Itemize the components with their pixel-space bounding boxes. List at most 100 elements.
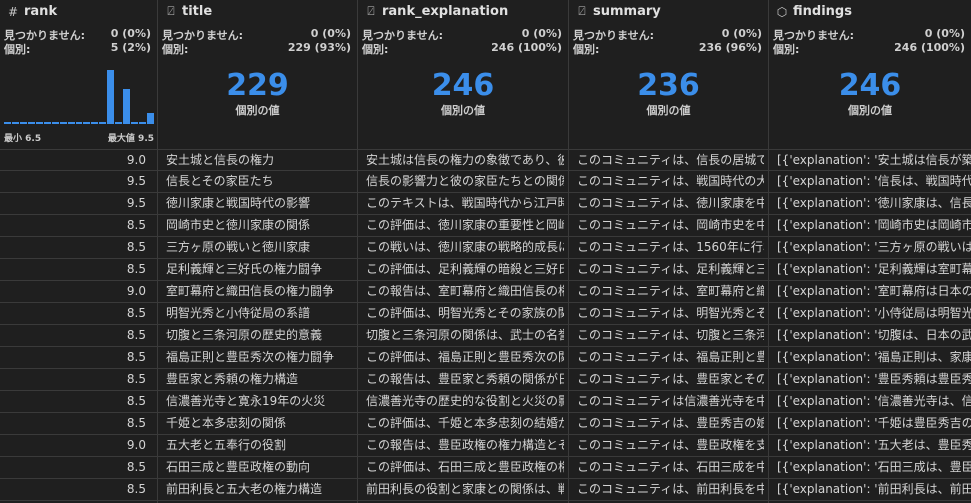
- table-row[interactable]: 8.5 豊臣家と秀頼の権力構造 この報告は、豊臣家と秀頼の関係が日 このコミュニティは…: [0, 369, 971, 391]
- histogram-bar[interactable]: [11, 122, 19, 124]
- cell-summary[interactable]: このコミュニティは、室町幕府と織: [577, 281, 764, 302]
- histogram-bar[interactable]: [131, 121, 139, 124]
- cell-rank[interactable]: 8.5: [0, 347, 153, 368]
- histogram-bar[interactable]: [107, 70, 115, 124]
- cell-title[interactable]: 岡崎市史と徳川家康の関係: [166, 215, 353, 236]
- cell-rank[interactable]: 9.0: [0, 281, 153, 302]
- cell-rank-explanation[interactable]: このテキストは、戦国時代から江戸時: [366, 193, 564, 214]
- table-row[interactable]: 9.5 信長とその家臣たち 信長の影響力と彼の家臣たちとの関係 このコミュニティは、戦…: [0, 171, 971, 193]
- column-header-title[interactable]: ⍁ title 見つかりません: 0 (0%) 個別: 229 (93%) 229 個…: [158, 0, 357, 148]
- table-row[interactable]: 8.5 千姫と本多忠刻の関係 この評価は、千姫と本多忠刻の結婚が このコミュニティは、…: [0, 413, 971, 435]
- cell-findings[interactable]: [{'explanation': '五大老は、豊臣秀吉: [777, 435, 971, 456]
- cell-rank[interactable]: 8.5: [0, 215, 153, 236]
- column-header-summary[interactable]: ⍁ summary 見つかりません: 0 (0%) 個別: 236 (96%) 236…: [569, 0, 768, 148]
- histogram-bar[interactable]: [91, 121, 99, 124]
- cell-rank-explanation[interactable]: この報告は、豊臣家と秀頼の関係が日: [366, 369, 564, 390]
- cell-rank-explanation[interactable]: 信濃善光寺の歴史的な役割と火災の影: [366, 391, 564, 412]
- cell-rank[interactable]: 9.0: [0, 435, 153, 456]
- cell-title[interactable]: 安土城と信長の権力: [166, 150, 353, 171]
- histogram-bar[interactable]: [75, 121, 83, 124]
- cell-summary[interactable]: このコミュニティは信濃善光寺を中: [577, 391, 764, 412]
- cell-rank-explanation[interactable]: この戦いは、徳川家康の戦略的成長に: [366, 237, 564, 258]
- histogram-bar[interactable]: [51, 121, 59, 124]
- cell-rank[interactable]: 8.5: [0, 303, 153, 324]
- cell-findings[interactable]: [{'explanation': '前田利長は、前田家: [777, 479, 971, 500]
- table-row[interactable]: 9.0 室町幕府と織田信長の権力闘争 この報告は、室町幕府と織田信長の権 このコミュニ…: [0, 281, 971, 303]
- cell-summary[interactable]: このコミュニティは、豊臣政権を支: [577, 435, 764, 456]
- histogram-bar[interactable]: [35, 121, 43, 124]
- cell-title[interactable]: 前田利長と五大老の権力構造: [166, 479, 353, 500]
- cell-rank-explanation[interactable]: 前田利長の役割と家康との関係は、戦: [366, 479, 564, 500]
- cell-title[interactable]: 信長とその家臣たち: [166, 171, 353, 192]
- cell-title[interactable]: 三方ヶ原の戦いと徳川家康: [166, 237, 353, 258]
- histogram-bar[interactable]: [59, 121, 67, 124]
- cell-findings[interactable]: [{'explanation': '徳川家康は、信長の: [777, 193, 971, 214]
- histogram-bar[interactable]: [83, 121, 91, 124]
- cell-summary[interactable]: このコミュニティは、戦国時代の大: [577, 171, 764, 192]
- cell-findings[interactable]: [{'explanation': '室町幕府は日本の歴: [777, 281, 971, 302]
- cell-findings[interactable]: [{'explanation': '千姫は豊臣秀吉の娘: [777, 413, 971, 434]
- cell-rank[interactable]: 8.5: [0, 391, 153, 412]
- cell-rank[interactable]: 9.0: [0, 150, 153, 171]
- cell-title[interactable]: 足利義輝と三好氏の権力闘争: [166, 259, 353, 280]
- cell-summary[interactable]: このコミュニティは、福島正則と豊: [577, 347, 764, 368]
- rank-histogram[interactable]: [4, 70, 154, 124]
- histogram-bar[interactable]: [123, 89, 131, 124]
- table-row[interactable]: 8.5 三方ヶ原の戦いと徳川家康 この戦いは、徳川家康の戦略的成長に このコミュニティ…: [0, 237, 971, 259]
- cell-summary[interactable]: このコミュニティは、石田三成を中: [577, 457, 764, 478]
- histogram-bar[interactable]: [139, 121, 147, 124]
- cell-findings[interactable]: [{'explanation': '福島正則は、家康に: [777, 347, 971, 368]
- cell-rank-explanation[interactable]: 信長の影響力と彼の家臣たちとの関係: [366, 171, 564, 192]
- cell-summary[interactable]: このコミュニティは、豊臣家とその: [577, 369, 764, 390]
- cell-summary[interactable]: このコミュニティは、徳川家康を中: [577, 193, 764, 214]
- cell-summary[interactable]: このコミュニティは、岡崎市史を中: [577, 215, 764, 236]
- cell-rank[interactable]: 8.5: [0, 413, 153, 434]
- cell-title[interactable]: 室町幕府と織田信長の権力闘争: [166, 281, 353, 302]
- cell-summary[interactable]: このコミュニティは、豊臣秀吉の娘: [577, 413, 764, 434]
- column-header-rank[interactable]: # rank 見つかりません: 0 (0%) 個別: 5 (2%) 最小 6.5 最大値…: [0, 0, 157, 148]
- cell-summary[interactable]: このコミュニティは、足利義輝と三: [577, 259, 764, 280]
- histogram-bar[interactable]: [115, 121, 123, 124]
- cell-rank[interactable]: 8.5: [0, 457, 153, 478]
- cell-findings[interactable]: [{'explanation': '豊臣秀頼は豊臣秀吉: [777, 369, 971, 390]
- histogram-bar[interactable]: [43, 121, 51, 124]
- histogram-bar[interactable]: [27, 121, 35, 124]
- table-row[interactable]: 8.5 岡崎市史と徳川家康の関係 この評価は、徳川家康の重要性と岡崎 このコミュニティ…: [0, 215, 971, 237]
- cell-rank-explanation[interactable]: この評価は、石田三成と豊臣政権の権: [366, 457, 564, 478]
- cell-title[interactable]: 千姫と本多忠刻の関係: [166, 413, 353, 434]
- cell-summary[interactable]: このコミュニティは、信長の居城で: [577, 150, 764, 171]
- table-row[interactable]: 9.0 五大老と五奉行の役割 この報告は、豊臣政権の権力構造とそ このコミュニティは、…: [0, 435, 971, 457]
- cell-findings[interactable]: [{'explanation': '石田三成は、豊臣秀: [777, 457, 971, 478]
- cell-findings[interactable]: [{'explanation': '信濃善光寺は、信仰: [777, 391, 971, 412]
- cell-rank-explanation[interactable]: この評価は、千姫と本多忠刻の結婚が: [366, 413, 564, 434]
- cell-findings[interactable]: [{'explanation': '足利義輝は室町幕府: [777, 259, 971, 280]
- cell-title[interactable]: 五大老と五奉行の役割: [166, 435, 353, 456]
- cell-summary[interactable]: このコミュニティは、前田利長を中: [577, 479, 764, 500]
- table-row[interactable]: 8.5 切腹と三条河原の歴史的意義 切腹と三条河原の関係は、武士の名誉 このコミュニテ…: [0, 325, 971, 347]
- cell-rank[interactable]: 9.5: [0, 171, 153, 192]
- cell-rank[interactable]: 8.5: [0, 259, 153, 280]
- cell-rank[interactable]: 8.5: [0, 369, 153, 390]
- cell-rank[interactable]: 8.5: [0, 237, 153, 258]
- cell-summary[interactable]: このコミュニティは、明智光秀とそ: [577, 303, 764, 324]
- cell-title[interactable]: 明智光秀と小侍従局の系譜: [166, 303, 353, 324]
- cell-rank-explanation[interactable]: この評価は、明智光秀とその家族の関: [366, 303, 564, 324]
- cell-findings[interactable]: [{'explanation': '三方ヶ原の戦いは、: [777, 237, 971, 258]
- cell-rank[interactable]: 8.5: [0, 325, 153, 346]
- cell-rank-explanation[interactable]: この報告は、室町幕府と織田信長の権: [366, 281, 564, 302]
- table-row[interactable]: 8.5 信濃善光寺と寛永19年の火災 信濃善光寺の歴史的な役割と火災の影 このコミュニ…: [0, 391, 971, 413]
- cell-rank[interactable]: 9.5: [0, 193, 153, 214]
- cell-findings[interactable]: [{'explanation': '岡崎市史は岡崎市の: [777, 215, 971, 236]
- cell-rank-explanation[interactable]: この評価は、福島正則と豊臣秀次の関: [366, 347, 564, 368]
- cell-title[interactable]: 石田三成と豊臣政権の動向: [166, 457, 353, 478]
- histogram-bar[interactable]: [67, 121, 75, 124]
- cell-findings[interactable]: [{'explanation': '信長は、戦国時代に: [777, 171, 971, 192]
- table-row[interactable]: 9.5 徳川家康と戦国時代の影響 このテキストは、戦国時代から江戸時 このコミュニティ…: [0, 193, 971, 215]
- cell-title[interactable]: 切腹と三条河原の歴史的意義: [166, 325, 353, 346]
- cell-summary[interactable]: このコミュニティは、1560年に行わ: [577, 237, 764, 258]
- column-header-rank-explanation[interactable]: ⍁ rank_explanation 見つかりません: 0 (0%) 個別: 246 …: [358, 0, 568, 148]
- table-row[interactable]: 8.5 足利義輝と三好氏の権力闘争 この評価は、足利義輝の暗殺と三好氏 このコミュニテ…: [0, 259, 971, 281]
- histogram-bar[interactable]: [147, 113, 154, 124]
- cell-findings[interactable]: [{'explanation': '切腹は、日本の武士: [777, 325, 971, 346]
- cell-rank-explanation[interactable]: この評価は、徳川家康の重要性と岡崎: [366, 215, 564, 236]
